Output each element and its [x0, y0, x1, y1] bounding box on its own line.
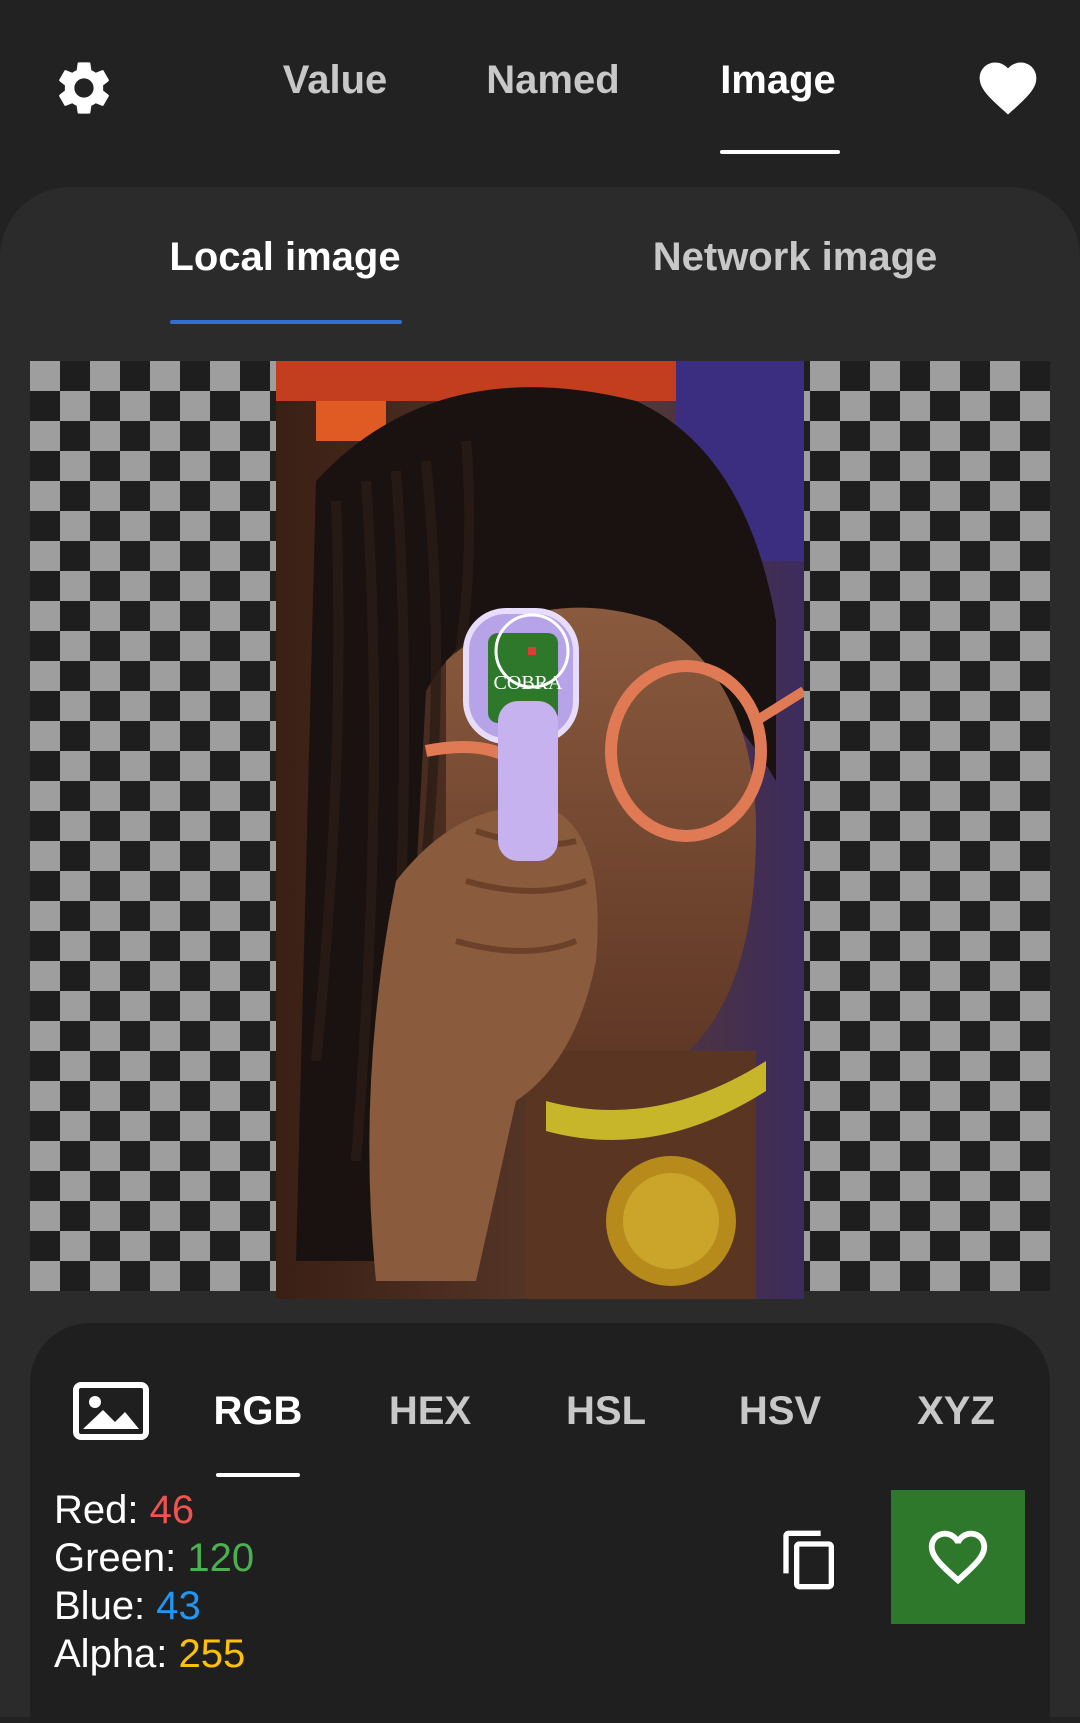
- image-preview[interactable]: COBRA: [276, 361, 804, 1299]
- green-row: Green: 120: [54, 1534, 254, 1582]
- green-label: Green:: [54, 1536, 177, 1580]
- red-row: Red: 46: [54, 1486, 254, 1534]
- photo-illustration: COBRA: [276, 361, 804, 1299]
- tab-network-image[interactable]: Network image: [640, 227, 950, 287]
- source-tab-indicator: [170, 320, 402, 324]
- alpha-value: 255: [178, 1632, 246, 1676]
- copy-button[interactable]: [774, 1520, 846, 1600]
- alpha-row: Alpha: 255: [54, 1630, 254, 1678]
- top-app-bar: Value Named Image: [0, 0, 1080, 175]
- tab-hsv[interactable]: HSV: [730, 1381, 830, 1441]
- format-tab-indicator: [216, 1473, 300, 1477]
- active-tab-indicator: [720, 150, 840, 154]
- tab-hex[interactable]: HEX: [380, 1381, 480, 1441]
- tab-value[interactable]: Value: [270, 50, 400, 110]
- tab-rgb[interactable]: RGB: [208, 1381, 308, 1441]
- tab-local-image[interactable]: Local image: [150, 227, 420, 287]
- red-label: Red:: [54, 1488, 139, 1532]
- copy-icon: [783, 1530, 834, 1590]
- heart-filled-icon: [979, 62, 1037, 115]
- tab-named[interactable]: Named: [478, 50, 628, 110]
- red-value: 46: [149, 1488, 195, 1532]
- blue-row: Blue: 43: [54, 1582, 254, 1630]
- tab-image[interactable]: Image: [710, 50, 846, 110]
- heart-outline-icon: [928, 1530, 988, 1585]
- add-favorite-button[interactable]: [891, 1490, 1025, 1624]
- gear-icon: [59, 62, 109, 114]
- color-values: Red: 46 Green: 120 Blue: 43 Alpha: 255: [54, 1486, 254, 1678]
- favorites-button[interactable]: [970, 50, 1046, 126]
- tab-hsl[interactable]: HSL: [556, 1381, 656, 1441]
- settings-button[interactable]: [48, 52, 120, 124]
- image-icon: [73, 1382, 149, 1440]
- green-value: 120: [187, 1536, 255, 1580]
- blue-label: Blue:: [54, 1584, 146, 1628]
- cobra-watermark: COBRA: [494, 672, 563, 694]
- blue-value: 43: [156, 1584, 201, 1628]
- tab-xyz[interactable]: XYZ: [906, 1381, 1006, 1441]
- pick-image-button[interactable]: [72, 1380, 150, 1442]
- color-result-panel: RGB HEX HSL HSV XYZ Red: 46 Green: 120 B…: [30, 1323, 1050, 1723]
- alpha-label: Alpha:: [54, 1632, 168, 1676]
